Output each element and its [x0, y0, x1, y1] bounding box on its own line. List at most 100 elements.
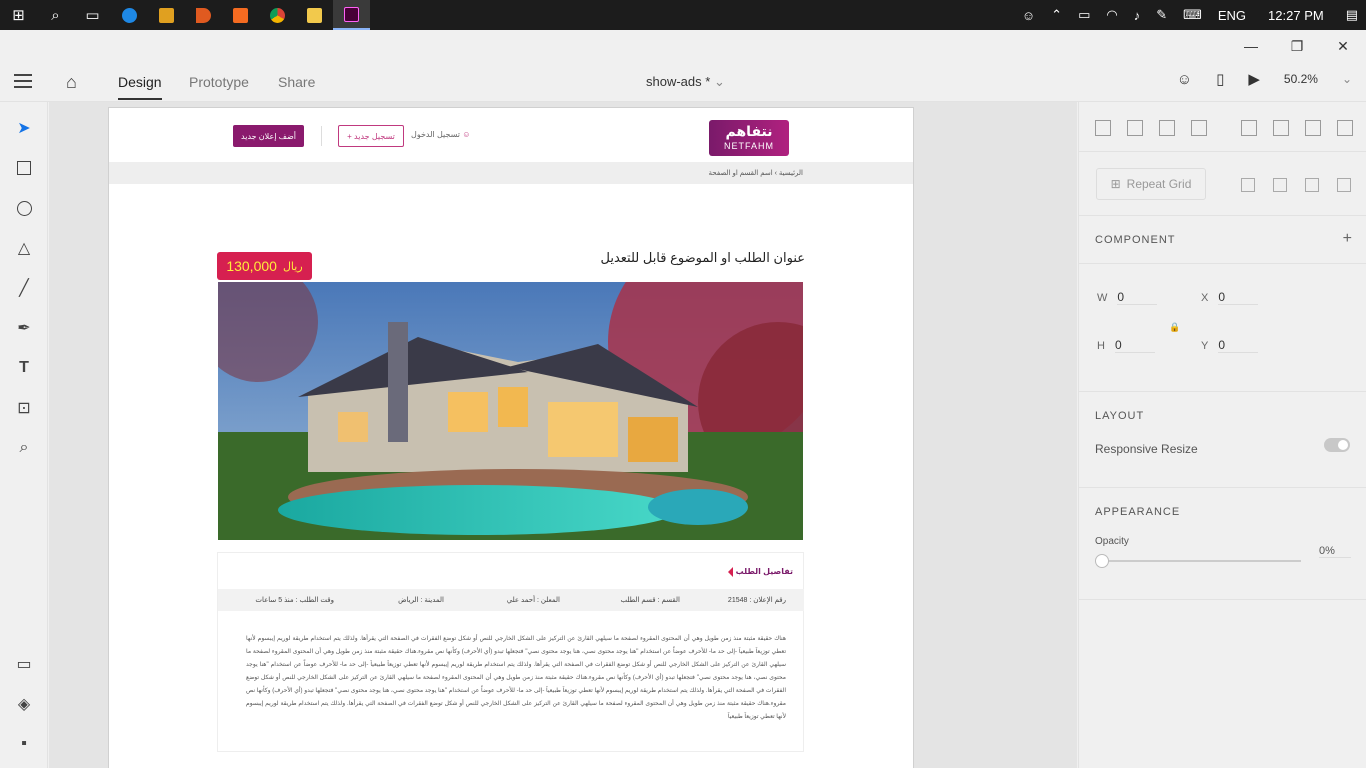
task-view-icon[interactable]: ▭ — [74, 0, 111, 30]
select-tool-icon[interactable]: ➤ — [14, 118, 34, 138]
add-shape-icon[interactable] — [1241, 178, 1255, 192]
exclude-shape-icon[interactable] — [1337, 178, 1351, 192]
artboard-show-ads[interactable]: نتفاهم NETFAHM أضف إعلان جديد + تسجيل جد… — [109, 108, 913, 768]
chevron-down-icon: ⌄ — [713, 74, 725, 89]
notifications-icon[interactable]: ▤ — [1338, 0, 1366, 30]
edge-browser-icon[interactable] — [111, 0, 148, 30]
breadcrumb: الرئيسية › اسم القسم او الصفحة — [109, 162, 913, 184]
zoom-control[interactable]: 50.2% ⌄ — [1284, 72, 1352, 86]
rectangle-tool-icon[interactable] — [14, 158, 34, 178]
width-field[interactable]: W0 — [1097, 290, 1158, 305]
opacity-slider[interactable] — [1095, 554, 1301, 568]
repeat-grid-label: Repeat Grid — [1126, 177, 1192, 191]
pen-tool-icon[interactable]: ✒ — [14, 318, 34, 338]
wifi-icon[interactable]: ◠ — [1098, 0, 1125, 30]
align-left-icon[interactable] — [1241, 120, 1257, 136]
login-link[interactable]: تسجيل الدخول ☺ — [411, 130, 470, 139]
register-button[interactable]: + تسجيل جديد — [338, 125, 404, 147]
subtract-shape-icon[interactable] — [1273, 178, 1287, 192]
home-icon[interactable]: ⌂ — [66, 72, 77, 93]
zoom-tool-icon[interactable]: ⌕ — [14, 438, 34, 458]
layers-panel-icon[interactable]: ◈ — [14, 694, 34, 714]
ad-title: عنوان الطلب او الموضوع قابل للتعديل — [600, 250, 805, 265]
y-field[interactable]: Y0 — [1201, 338, 1259, 353]
clock[interactable]: 12:27 PM — [1254, 0, 1338, 30]
width-label: W — [1097, 292, 1108, 304]
minimize-button[interactable]: — — [1228, 30, 1274, 62]
device-preview-icon[interactable]: ▯ — [1216, 70, 1224, 88]
people-icon[interactable]: ☺ — [1014, 0, 1043, 30]
adobe-xd-icon[interactable] — [333, 0, 370, 30]
header-divider — [321, 126, 322, 146]
close-button[interactable]: ✕ — [1320, 30, 1366, 62]
pen-icon[interactable]: ✎ — [1148, 0, 1175, 30]
transform-section — [1079, 264, 1366, 392]
design-canvas[interactable]: نتفاهم NETFAHM أضف إعلان جديد + تسجيل جد… — [49, 102, 1077, 768]
height-field[interactable]: H0 — [1097, 338, 1155, 353]
text-tool-icon[interactable]: T — [14, 358, 34, 378]
tab-share[interactable]: Share — [278, 74, 315, 90]
play-icon[interactable]: ▶ — [1248, 70, 1260, 88]
search-icon[interactable]: ⌕ — [37, 0, 74, 30]
ad-details-card: تفاصيل الطلب رقم الإعلان : 21548 القسم :… — [217, 552, 804, 752]
user-account-icon[interactable]: ☺ — [1177, 71, 1192, 88]
price-currency: ريال — [282, 260, 303, 273]
component-label: COMPONENT — [1095, 234, 1176, 246]
ellipse-tool-icon[interactable] — [14, 198, 34, 218]
language-indicator[interactable]: ENG — [1210, 0, 1254, 30]
y-value: 0 — [1218, 338, 1259, 353]
line-tool-icon[interactable]: ╱ — [14, 278, 34, 298]
tab-design[interactable]: Design — [118, 74, 162, 100]
x-field[interactable]: X0 — [1201, 290, 1259, 305]
x-value: 0 — [1218, 290, 1259, 305]
align-right-icon[interactable] — [1305, 120, 1321, 136]
artboard-tool-icon[interactable]: ⊡ — [14, 398, 34, 418]
window-titlebar: — ❐ ✕ — [0, 30, 1366, 62]
plugins-panel-icon[interactable]: ▪ — [14, 734, 34, 754]
battery-icon[interactable]: ▭ — [1070, 0, 1098, 30]
height-label: H — [1097, 340, 1105, 352]
chrome-icon[interactable] — [259, 0, 296, 30]
opacity-value[interactable]: 0% — [1319, 545, 1351, 558]
intersect-shape-icon[interactable] — [1305, 178, 1319, 192]
lock-aspect-icon[interactable]: 🔒 — [1169, 322, 1180, 333]
repeat-grid-button[interactable]: ⊞ Repeat Grid — [1096, 168, 1206, 200]
site-logo: نتفاهم NETFAHM — [709, 120, 789, 156]
chevron-up-icon[interactable]: ⌃ — [1043, 0, 1070, 30]
align-center-icon[interactable] — [1273, 120, 1289, 136]
add-ad-button[interactable]: أضف إعلان جديد — [233, 125, 304, 147]
responsive-resize-toggle[interactable] — [1324, 438, 1350, 452]
chevron-down-icon: ⌄ — [1341, 72, 1352, 86]
keyboard-icon[interactable]: ⌨ — [1175, 0, 1210, 30]
meta-ad-number: رقم الإعلان : 21548 — [727, 597, 786, 604]
price-value: 130,000 — [226, 258, 277, 274]
boolean-ops-group — [1241, 178, 1351, 192]
distribute-vertical-icon[interactable] — [1337, 120, 1353, 136]
distribute-horizontal-icon[interactable] — [1191, 120, 1207, 136]
restore-button[interactable]: ❐ — [1274, 30, 1320, 62]
align-top-icon[interactable] — [1095, 120, 1111, 136]
hamburger-menu-icon[interactable] — [14, 74, 32, 88]
xampp-icon[interactable] — [222, 0, 259, 30]
ad-description: هناك حقيقة مثبتة منذ زمن طويل وهي أن الم… — [246, 636, 786, 720]
price-badge: 130,000 ريال — [217, 252, 312, 280]
assets-panel-icon[interactable]: ▭ — [14, 654, 34, 674]
add-component-icon[interactable]: + — [1343, 230, 1352, 248]
tab-prototype[interactable]: Prototype — [189, 74, 249, 90]
align-middle-icon[interactable] — [1127, 120, 1143, 136]
site-header: نتفاهم NETFAHM أضف إعلان جديد + تسجيل جد… — [109, 108, 913, 162]
store-icon[interactable] — [148, 0, 185, 30]
y-label: Y — [1201, 340, 1209, 352]
volume-icon[interactable]: ♪ — [1126, 0, 1149, 30]
house-image — [218, 282, 803, 540]
align-horizontal-group — [1241, 120, 1353, 136]
file-explorer-icon[interactable] — [296, 0, 333, 30]
windows-start-icon[interactable]: ⊞ — [0, 0, 37, 30]
property-inspector: ⊞ Repeat Grid COMPONENT + W0 X0 H0 Y0 🔒 L… — [1078, 102, 1366, 768]
media-player-icon[interactable] — [185, 0, 222, 30]
align-bottom-icon[interactable] — [1159, 120, 1175, 136]
meta-advertiser: المعلن : أحمد علي — [506, 597, 560, 604]
grid-icon: ⊞ — [1110, 177, 1121, 191]
polygon-tool-icon[interactable]: △ — [14, 238, 34, 258]
document-name[interactable]: show-ads * ⌄ — [646, 74, 725, 90]
